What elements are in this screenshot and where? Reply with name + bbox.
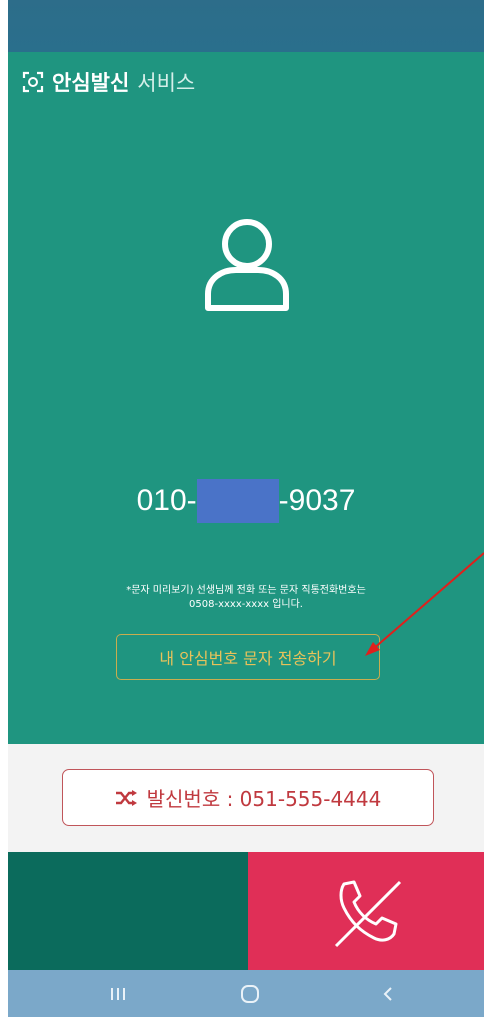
brand-subtitle: 서비스 <box>137 71 196 95</box>
person-icon <box>205 219 289 311</box>
call-end-icon <box>334 880 402 948</box>
phone-redaction <box>196 479 279 523</box>
scan-frame-icon <box>22 71 44 93</box>
brand-header: 안심발신 서비스 <box>22 68 195 96</box>
caller-id-panel: 발신번호 : 051-555-4444 <box>8 744 484 852</box>
phone-prefix: 010- <box>136 484 197 517</box>
phone-number: 010- -9037 <box>8 479 484 523</box>
back-button[interactable] <box>358 970 418 1017</box>
send-button-label: 내 안심번호 문자 전송하기 <box>159 649 337 668</box>
brand-title: 안심발신 <box>52 71 130 95</box>
recent-apps-button[interactable] <box>88 970 148 1017</box>
notice-line-1: *문자 미리보기) 선생님께 전화 또는 문자 직통전화번호는 <box>126 585 366 596</box>
status-bar <box>8 0 484 52</box>
recent-apps-icon <box>111 987 125 1000</box>
phone-suffix: -9037 <box>278 484 356 517</box>
home-button[interactable] <box>220 970 280 1017</box>
notice-line-2: 0508-xxxx-xxxx 입니다. <box>189 599 303 610</box>
caller-id-button[interactable]: 발신번호 : 051-555-4444 <box>62 769 434 826</box>
caller-id-label: 발신번호 : 051-555-4444 <box>146 787 382 811</box>
hangup-button[interactable] <box>248 852 484 970</box>
left-action-button[interactable] <box>8 852 248 970</box>
shuffle-icon <box>115 789 137 806</box>
send-safe-number-sms-button[interactable]: 내 안심번호 문자 전송하기 <box>116 634 380 680</box>
main-panel: 안심발신 서비스 010- -9037 *문자 미리보기) 선생님께 전화 또는… <box>8 52 484 744</box>
home-icon <box>241 984 259 1003</box>
system-nav-bar <box>8 970 484 1017</box>
sms-preview-notice: *문자 미리보기) 선생님께 전화 또는 문자 직통전화번호는 0508-xxx… <box>48 584 444 612</box>
back-icon <box>383 986 392 1001</box>
